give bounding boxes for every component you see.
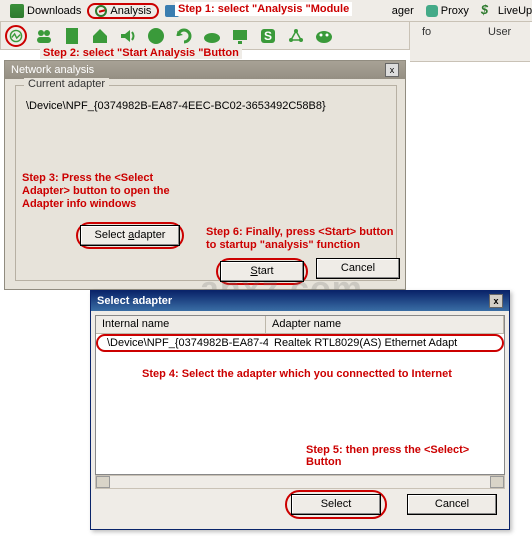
toolbar-s-icon[interactable]: S bbox=[257, 25, 279, 47]
right-info-panel: fo User bbox=[410, 22, 530, 62]
cell-internal-text: \Device\NPF_{0374982B-EA87-4EEC-... bbox=[107, 337, 268, 349]
col-adapter-name[interactable]: Adapter name bbox=[266, 316, 504, 333]
dialog-button-row: Select Cancel bbox=[285, 490, 497, 519]
toolbar-people-icon[interactable] bbox=[33, 25, 55, 47]
table-row[interactable]: \Device\NPF_{0374982B-EA87-4EEC-... Real… bbox=[96, 334, 504, 352]
toolbar-globe-icon[interactable] bbox=[145, 25, 167, 47]
module-downloads[interactable]: Downloads bbox=[4, 2, 87, 20]
toolbar-network-icon[interactable] bbox=[285, 25, 307, 47]
module-manager[interactable]: ager bbox=[386, 3, 420, 19]
select-button[interactable]: Select bbox=[291, 494, 381, 515]
panel-title: Network analysis bbox=[11, 64, 94, 76]
analysis-icon bbox=[95, 5, 107, 17]
module-label: Analysis bbox=[110, 5, 151, 17]
toolbar-doc-icon[interactable] bbox=[61, 25, 83, 47]
annotation-step5: Step 5: then press the <Select> Button bbox=[306, 444, 504, 468]
module-proxy[interactable]: Proxy bbox=[420, 3, 475, 19]
adapter-path-text: \Device\NPF_{0374982B-EA87-4EEC-BC02-365… bbox=[26, 100, 388, 112]
toolbar-paint-icon[interactable] bbox=[313, 25, 335, 47]
start-button[interactable]: Start bbox=[220, 261, 304, 282]
group-legend: Current adapter bbox=[24, 78, 109, 90]
table-header: Internal name Adapter name bbox=[96, 316, 504, 334]
info-fo: fo bbox=[422, 26, 431, 38]
adapter-table: Internal name Adapter name \Device\NPF_{… bbox=[95, 315, 505, 475]
toolbar-sound-icon[interactable] bbox=[117, 25, 139, 47]
scroll-left-button[interactable] bbox=[96, 476, 110, 488]
panel-close-button[interactable]: x bbox=[385, 63, 399, 77]
svg-text:S: S bbox=[264, 29, 272, 43]
app-root: Downloads Analysis P Step 1: select "Ana… bbox=[0, 0, 532, 536]
current-adapter-group: Current adapter \Device\NPF_{0374982B-EA… bbox=[15, 85, 397, 281]
scroll-right-button[interactable] bbox=[490, 476, 504, 488]
cell-internal: \Device\NPF_{0374982B-EA87-4EEC-... bbox=[98, 335, 268, 351]
liveupdate-icon: $ bbox=[481, 4, 495, 18]
start-analysis-button[interactable] bbox=[5, 25, 27, 47]
start-highlight: Start bbox=[216, 258, 308, 285]
module-label: LiveUpdate bbox=[498, 5, 532, 17]
select-adapter-button[interactable]: Select adapter bbox=[80, 225, 180, 246]
select-adapter-highlight: Select adapter bbox=[76, 222, 184, 249]
module-label: Downloads bbox=[27, 5, 81, 17]
annotation-step2: Step 2: select "Start Analysis "Button bbox=[40, 47, 242, 59]
annotation-step4: Step 4: Select the adapter which you con… bbox=[142, 368, 452, 380]
dialog-title: Select adapter bbox=[97, 295, 172, 307]
dialog-close-button[interactable]: x bbox=[489, 294, 503, 308]
cancel-button[interactable]: Cancel bbox=[316, 258, 400, 279]
toolbar-cloud-icon[interactable] bbox=[201, 25, 223, 47]
module-liveupdate[interactable]: $ LiveUpdate bbox=[475, 2, 532, 20]
select-highlight: Select bbox=[285, 490, 387, 519]
dialog-body: Internal name Adapter name \Device\NPF_{… bbox=[91, 311, 509, 529]
panel-titlebar: Network analysis x bbox=[5, 61, 405, 79]
dialog-cancel-button[interactable]: Cancel bbox=[407, 494, 497, 515]
info-user: User bbox=[488, 26, 511, 38]
cancel-wrap: Cancel bbox=[316, 258, 400, 279]
h-scrollbar[interactable] bbox=[95, 475, 505, 489]
annotation-step3: Step 3: Press the <Select Adapter> butto… bbox=[22, 172, 172, 211]
download-icon bbox=[10, 4, 24, 18]
module-toolbar: Downloads Analysis P Step 1: select "Ana… bbox=[0, 0, 532, 22]
annotation-step6: Step 6: Finally, press <Start> button to… bbox=[206, 226, 396, 252]
annotation-step1: Step 1: select "Analysis "Module bbox=[175, 2, 352, 16]
network-analysis-panel: Network analysis x Current adapter \Devi… bbox=[4, 60, 406, 290]
cell-adapter: Realtek RTL8029(AS) Ethernet Adapt bbox=[268, 335, 502, 351]
module-label: Proxy bbox=[441, 5, 469, 17]
toolbar-refresh-icon[interactable] bbox=[173, 25, 195, 47]
toolbar-monitor-icon[interactable] bbox=[229, 25, 251, 47]
dialog-titlebar[interactable]: Select adapter x bbox=[91, 291, 509, 311]
select-adapter-dialog: Select adapter x Internal name Adapter n… bbox=[90, 290, 510, 530]
col-internal-name[interactable]: Internal name bbox=[96, 316, 266, 333]
module-analysis[interactable]: Analysis bbox=[87, 3, 159, 19]
action-toolbar: S bbox=[0, 22, 410, 50]
toolbar-home-icon[interactable] bbox=[89, 25, 111, 47]
proxy-icon bbox=[426, 5, 438, 17]
module-label: ager bbox=[392, 5, 414, 17]
